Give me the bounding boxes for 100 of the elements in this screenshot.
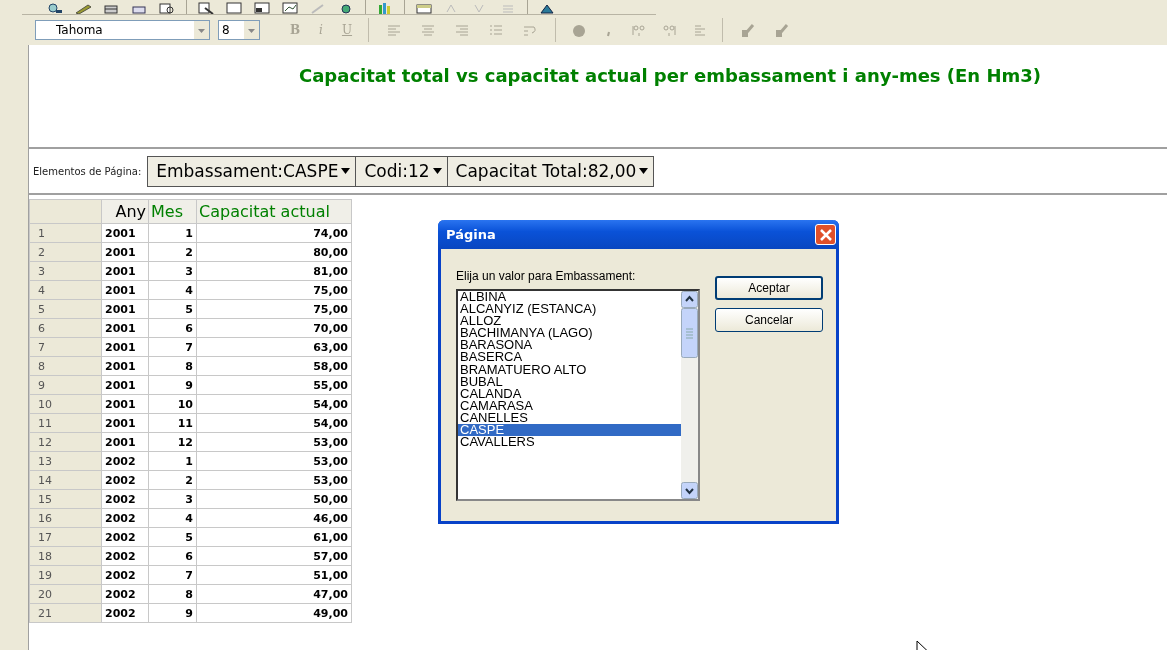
column-header[interactable]: Mes (148, 199, 197, 224)
table-cell: 74,00 (196, 223, 352, 243)
table-cell: 75,00 (196, 280, 352, 300)
align-right-icon[interactable] (454, 22, 470, 38)
table-cell: 49,00 (196, 603, 352, 623)
table-cell: 2001 (101, 318, 149, 338)
table-cell: 10 (148, 394, 197, 414)
list-item[interactable]: ALBINA (458, 291, 681, 304)
dialog-title: Página (446, 227, 496, 242)
report-title: Capacitat total vs capacitat actual per embassament i any-mes (En Hm3) (299, 65, 1043, 86)
zoom-icon[interactable] (158, 2, 176, 14)
font-combo[interactable]: Tahoma (35, 20, 210, 40)
scroll-up-button[interactable] (681, 291, 698, 308)
table-cell: 47,00 (196, 584, 352, 604)
bulleted-list-icon[interactable] (488, 22, 504, 38)
list-item[interactable]: CAVALLERS (458, 436, 681, 449)
list-item[interactable]: ALLOZ (458, 315, 681, 328)
table-cell: 53,00 (196, 470, 352, 490)
table-cell: 55,00 (196, 375, 352, 395)
layout-icon[interactable] (253, 2, 271, 14)
table-cell: 5 (148, 299, 197, 319)
table-cell: 7 (148, 565, 197, 585)
table-cell: 2002 (101, 451, 149, 471)
table-cell: 57,00 (196, 546, 352, 566)
table-cell: 2001 (101, 280, 149, 300)
table-cell: 51,00 (196, 565, 352, 585)
list-item[interactable]: BACHIMANYA (LAGO) (458, 327, 681, 340)
table-cell: 2001 (101, 413, 149, 433)
table-cell: 54,00 (196, 413, 352, 433)
scroll-down-button[interactable] (681, 482, 698, 499)
column-header[interactable]: Any (101, 199, 149, 224)
table-cell: 54,00 (196, 394, 352, 414)
page-fields-label: Elementos de Página: (33, 165, 142, 177)
table-cell: 2001 (101, 432, 149, 452)
pencil-icon[interactable] (74, 2, 92, 14)
list-item[interactable]: BRAMATUERO ALTO (458, 363, 681, 376)
export-icon[interactable] (538, 2, 556, 14)
list-item[interactable]: CAMARASA (458, 399, 681, 412)
table-cell: 2001 (101, 261, 149, 281)
table-cell: 1 (148, 451, 197, 471)
list-item[interactable]: BUBAL (458, 375, 681, 388)
cancel-button[interactable]: Cancelar (715, 308, 823, 332)
value-listbox[interactable]: ALBINA ALCANYIZ (ESTANCA) ALLOZ BACHIMANYA (LAGO) BARASONA BASERCA BRAMATUERO ALTO BUBAL CALANDA CAMARASA CANELLES CASPE CAVALLERS (456, 289, 700, 501)
table-cell: 2001 (101, 337, 149, 357)
table-cell: 81,00 (196, 261, 352, 281)
edit-page-icon[interactable] (197, 2, 215, 14)
page-icon[interactable] (225, 2, 243, 14)
table-cell: 53,00 (196, 432, 352, 452)
table-cell: 2002 (101, 527, 149, 547)
table-cell: 2001 (101, 223, 149, 243)
table-cell: 2001 (101, 299, 149, 319)
table-cell: 80,00 (196, 242, 352, 262)
column-header[interactable]: Capacitat actual (196, 199, 352, 224)
table-cell: 6 (148, 318, 197, 338)
table-cell: 8 (148, 356, 197, 376)
table-cell: 3 (148, 489, 197, 509)
list-item[interactable]: BARASONA (458, 339, 681, 352)
align-center-icon[interactable] (420, 22, 436, 38)
scrollbar[interactable] (681, 291, 698, 499)
table-cell: 5 (148, 527, 197, 547)
highlighter-icon[interactable] (740, 22, 756, 38)
prompt-label: Elija un valor para Embassament: (456, 269, 637, 283)
highlighter-icon[interactable] (774, 22, 790, 38)
table-cell: 2002 (101, 565, 149, 585)
table-cell: 2002 (101, 584, 149, 604)
list-item[interactable]: CANELLES (458, 411, 681, 425)
list-item[interactable]: CALANDA (458, 387, 681, 400)
table-cell: 2001 (101, 356, 149, 376)
decrease-decimal-icon[interactable] (661, 22, 677, 38)
table-cell: 2001 (101, 242, 149, 262)
list-item[interactable]: ALCANYIZ (ESTANCA) (458, 303, 681, 316)
table-cell: 2 (148, 242, 197, 262)
close-icon (819, 228, 832, 241)
table-cell: 9 (148, 375, 197, 395)
list-item[interactable]: BASERCA (458, 351, 681, 364)
font-size-combo[interactable]: 8 (218, 20, 260, 40)
table-cell: 2002 (101, 603, 149, 623)
close-button[interactable] (815, 224, 836, 245)
table-cell: 2002 (101, 470, 149, 490)
accept-button[interactable]: Aceptar (715, 276, 823, 300)
table-icon[interactable] (102, 2, 120, 14)
table-cell: 63,00 (196, 337, 352, 357)
table-cell: 4 (148, 280, 197, 300)
table-cell: 53,00 (196, 451, 352, 471)
table-cell: 2002 (101, 489, 149, 509)
blob-icon[interactable] (571, 22, 587, 38)
table-cell: 70,00 (196, 318, 352, 338)
increase-decimal-icon[interactable] (631, 22, 647, 38)
table-cell: 2002 (101, 508, 149, 528)
window-icon[interactable] (415, 2, 433, 14)
chart-page-icon[interactable] (281, 2, 299, 14)
table-cell: 12 (148, 432, 197, 452)
table-cell: 2001 (101, 394, 149, 414)
table-cell: 2001 (101, 375, 149, 395)
scroll-thumb[interactable] (681, 308, 698, 358)
table-cell: 46,00 (196, 508, 352, 528)
list-item[interactable]: CASPE (458, 424, 681, 437)
align-left-icon[interactable] (386, 22, 402, 38)
magnifier-icon[interactable] (46, 2, 64, 14)
table-cell: 7 (148, 337, 197, 357)
